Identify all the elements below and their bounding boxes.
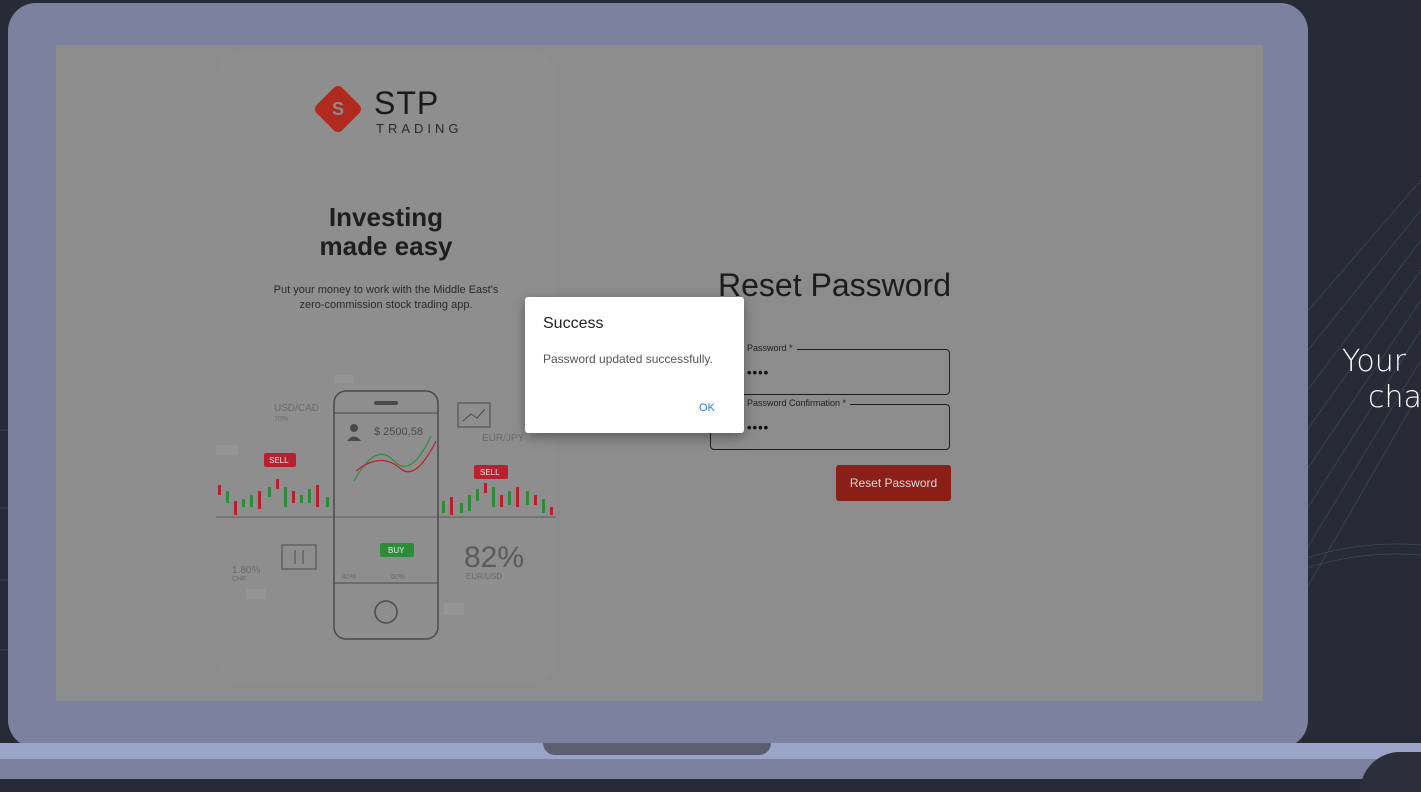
- phone-speaker: [374, 401, 398, 405]
- side-text-line2: cha: [1368, 380, 1421, 415]
- logo-diamond-icon: S: [312, 83, 364, 135]
- sell-tag-left-label: SELL: [269, 456, 289, 465]
- chart-icon-line: [462, 408, 486, 422]
- pct-left-label: 1.80%: [232, 565, 260, 576]
- password-confirmation-value: ••••: [747, 420, 770, 435]
- dialog-ok-button[interactable]: OK: [693, 401, 721, 415]
- password-field[interactable]: Password * ••••: [710, 343, 950, 395]
- faint-block-2: [444, 603, 464, 615]
- faint-block-1: [246, 589, 266, 599]
- reset-password-button[interactable]: Reset Password: [836, 465, 951, 501]
- user-icon-body: [347, 436, 361, 441]
- logo-mark: S: [331, 99, 344, 119]
- promo-headline: Investing made easy: [216, 203, 556, 261]
- slider-icon: [281, 544, 317, 570]
- faint-block-4: [216, 445, 238, 455]
- brand-sub: TRADING: [376, 121, 463, 136]
- usdcad-pct: 70%: [274, 416, 288, 423]
- side-text-line1: Your: [1342, 344, 1407, 379]
- success-dialog: Success Password updated successfully. O…: [525, 297, 744, 433]
- chart-icon: [457, 402, 491, 428]
- sell-tag-right-label: SELL: [480, 468, 500, 477]
- password-value: ••••: [747, 365, 770, 380]
- buy-tag-label: BUY: [388, 546, 405, 555]
- laptop-notch: [543, 743, 771, 755]
- headline-line1: Investing: [328, 202, 444, 232]
- password-label: Password *: [743, 343, 797, 353]
- dialog-message: Password updated successfully.: [543, 352, 713, 366]
- trading-illustration: $ 2500,58 USD/CAD 70% EUR/JPY SELL SELL: [216, 375, 556, 640]
- pct-60-label: 60%: [391, 574, 405, 581]
- brand-name: STP: [374, 85, 440, 121]
- balance-label: $ 2500,58: [374, 426, 423, 438]
- user-icon: [350, 424, 358, 432]
- password-confirmation-field[interactable]: Password Confirmation * ••••: [710, 398, 950, 450]
- pct-40-label: 40%: [342, 574, 356, 581]
- stp-logo: S STP TRADING: [312, 83, 476, 143]
- reset-password-title: Reset Password: [718, 267, 951, 303]
- promo-card: S STP TRADING Investing made easy Put yo…: [216, 51, 556, 683]
- dialog-title: Success: [543, 315, 604, 332]
- phone-home-button: [374, 600, 398, 624]
- password-confirmation-label: Password Confirmation *: [743, 398, 851, 408]
- candlesticks: [218, 479, 553, 515]
- faint-block-3: [334, 375, 354, 383]
- big-pct-label: 82%: [464, 541, 524, 574]
- red-trend-line: [355, 440, 437, 473]
- eurjpy-label: EUR/JPY: [482, 433, 525, 444]
- eurusd-label: EUR/USD: [466, 572, 502, 581]
- usdcad-label: USD/CAD: [274, 403, 319, 414]
- chf-label: CHF: [232, 576, 246, 583]
- green-trend-line: [353, 435, 432, 482]
- promo-tagline: Put your money to work with the Middle E…: [273, 284, 499, 311]
- side-hero-text: Your cha: [1342, 344, 1421, 416]
- headline-line2: made easy: [319, 231, 453, 261]
